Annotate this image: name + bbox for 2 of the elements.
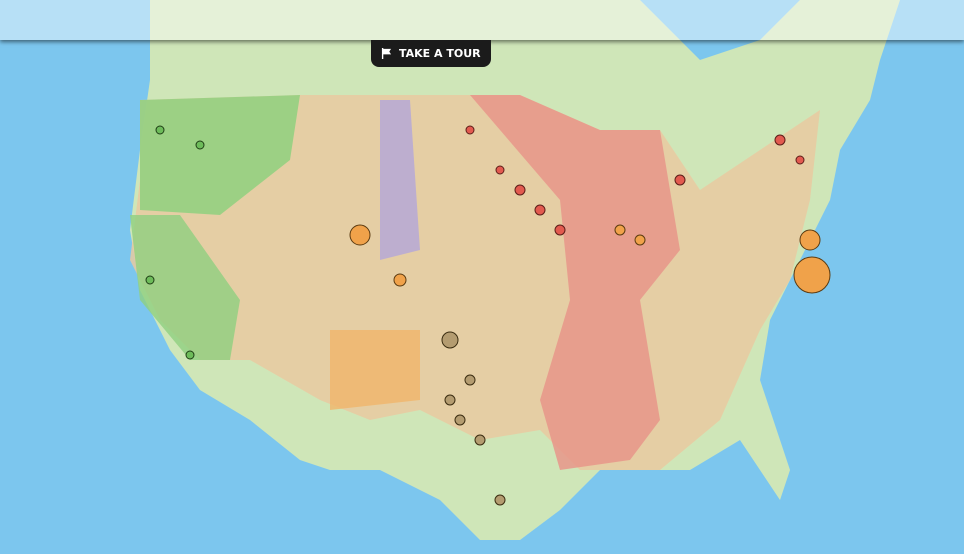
- flag-icon: [381, 48, 392, 59]
- take-a-tour-button[interactable]: TAKE A TOUR: [371, 40, 491, 67]
